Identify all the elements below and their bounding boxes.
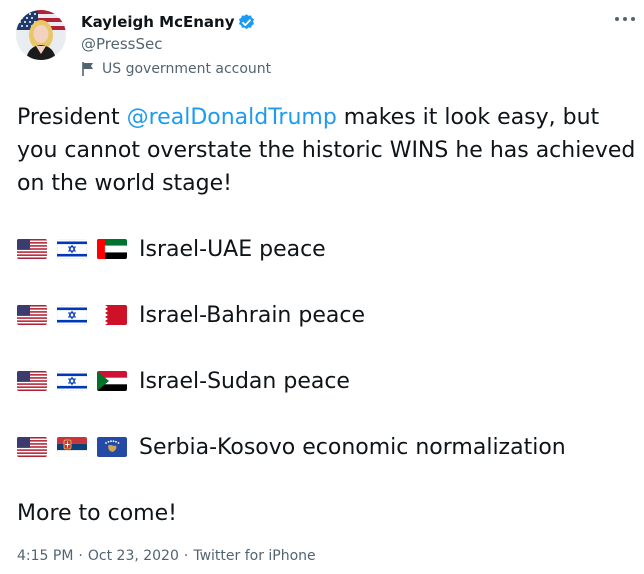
us-flag-icon [17,239,47,259]
israel-flag-icon [57,305,87,325]
tweet-meta: 4:15 PM · Oct 23, 2020 · Twitter for iPh… [17,546,316,566]
more-options-button[interactable] [612,10,638,28]
row-label: Israel-Sudan peace [139,368,350,394]
verified-badge-icon [237,13,256,32]
display-name[interactable]: Kayleigh McEnany [81,12,234,32]
tweet-line-israel-bahrain: Israel-Bahrain peace [17,298,365,332]
tweet-line-serbia-kosovo: Serbia-Kosovo economic normalization [17,430,566,464]
sudan-flag-icon [97,371,127,391]
us-flag-icon [17,371,47,391]
israel-flag-icon [57,239,87,259]
uae-flag-icon [97,239,127,259]
avatar[interactable] [16,10,66,60]
more-dots-icon [615,17,635,21]
tweet-text: President @realDonaldTrump makes it look… [17,101,639,200]
us-flag-icon [17,305,47,325]
tweet-date[interactable]: Oct 23, 2020 [88,546,179,566]
tweet-source[interactable]: Twitter for iPhone [193,546,315,566]
tweet-line-israel-uae: Israel-UAE peace [17,232,326,266]
tweet-time[interactable]: 4:15 PM [17,546,73,566]
handle[interactable]: @PressSec [81,34,162,54]
us-flag-icon [17,437,47,457]
bahrain-flag-icon [97,305,127,325]
meta-separator: · [78,548,83,564]
flag-outline-icon [81,61,95,77]
tweet-text-before: President [17,105,127,130]
gov-account-label: US government account [81,60,271,78]
row-label: Serbia-Kosovo economic normalization [139,434,566,460]
mention-link[interactable]: @realDonaldTrump [127,105,337,130]
meta-separator: · [183,548,189,564]
row-label: Israel-UAE peace [139,236,326,262]
row-label: Israel-Bahrain peace [139,302,365,328]
tweet-card: Kayleigh McEnany @PressSec US government… [0,0,644,574]
israel-flag-icon [57,371,87,391]
closing-text: More to come! [17,501,177,526]
tweet-line-israel-sudan: Israel-Sudan peace [17,364,350,398]
author-name-row[interactable]: Kayleigh McEnany [81,12,256,32]
gov-account-text: US government account [102,61,272,77]
serbia-flag-icon [57,437,87,457]
kosovo-flag-icon [97,437,127,457]
